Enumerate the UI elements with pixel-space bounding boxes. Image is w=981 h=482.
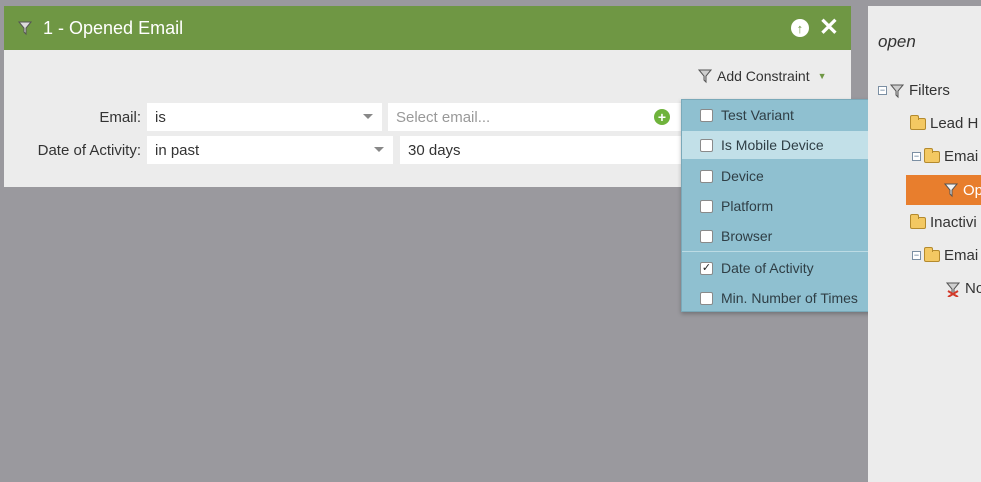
checkbox[interactable] — [700, 291, 713, 305]
email-label: Email: — [99, 108, 141, 126]
filter-funnel-icon — [944, 183, 958, 198]
email-operator-value: is — [155, 108, 166, 126]
menu-item-label: Min. Number of Times — [721, 290, 858, 306]
tree-search-input[interactable]: open — [878, 32, 916, 52]
menu-item-label: Platform — [721, 198, 774, 214]
folder-icon — [910, 213, 926, 229]
add-email-icon[interactable]: + — [654, 109, 670, 125]
folder-icon — [910, 114, 926, 130]
email-select-placeholder: Select email... — [396, 108, 491, 126]
tree-node-label: No — [965, 280, 981, 297]
tree-node-label: Op — [963, 181, 981, 199]
collapse-icon[interactable]: − — [912, 251, 921, 260]
date-value-text: 30 days — [408, 141, 461, 159]
filter-funnel-icon — [890, 84, 904, 98]
tree-node-email-inactivity[interactable]: − Emai — [912, 246, 979, 264]
email-select-input[interactable]: Select email... + — [388, 103, 684, 131]
folder-icon — [924, 147, 940, 163]
collapse-icon[interactable]: − — [878, 86, 887, 95]
date-operator-value: in past — [155, 141, 200, 159]
menu-item-label: Browser — [721, 228, 773, 244]
filter-tree-panel: open − Filters Lead H − Emai Op Inactivi… — [868, 6, 981, 482]
move-up-button[interactable]: ↑ — [790, 19, 809, 37]
tree-node-filters[interactable]: − Filters — [878, 82, 950, 99]
filter-card-header: 1 - Opened Email ↑ ✕ — [4, 6, 851, 50]
tree-node-label: Emai — [944, 247, 979, 264]
checkbox-checked[interactable]: ✓ — [700, 261, 713, 275]
add-constraint-label: Add Constraint — [717, 68, 810, 84]
filter-not-icon — [946, 282, 960, 297]
date-operator-select[interactable]: in past — [147, 136, 393, 164]
checkbox[interactable] — [700, 108, 713, 122]
menu-item-label: Test Variant — [721, 107, 794, 123]
tree-node-label: Inactivi — [930, 214, 977, 231]
filter-funnel-icon — [698, 69, 712, 84]
chevron-down-icon — [363, 114, 373, 119]
tree-node-lead-history[interactable]: Lead H — [910, 114, 979, 132]
tree-node-opened-email[interactable]: Op — [906, 175, 981, 205]
close-filter-button[interactable]: ✕ — [819, 16, 839, 40]
email-constraint-row: Email: is Select email... + — [4, 103, 684, 131]
add-constraint-button[interactable]: Add Constraint ▼ — [698, 68, 827, 84]
menu-item-label: Date of Activity — [721, 260, 814, 276]
date-value-input[interactable]: 30 days — [400, 136, 690, 164]
tree-node-not-opened[interactable]: No — [946, 280, 981, 297]
date-constraint-row: Date of Activity: in past 30 days — [4, 136, 690, 164]
checkbox[interactable] — [700, 169, 713, 183]
menu-item-label: Device — [721, 168, 764, 184]
tree-node-label: Emai — [944, 148, 979, 165]
checkbox[interactable] — [700, 138, 713, 152]
collapse-icon[interactable]: − — [912, 152, 921, 161]
chevron-down-icon: ▼ — [817, 71, 827, 81]
filter-title: 1 - Opened Email — [43, 17, 184, 38]
tree-node-label: Filters — [909, 82, 950, 99]
tree-node-email[interactable]: − Emai — [912, 147, 979, 165]
date-of-activity-label: Date of Activity: — [37, 141, 141, 159]
tree-node-label: Lead H — [930, 115, 979, 132]
tree-node-inactivity[interactable]: Inactivi — [910, 213, 977, 231]
email-operator-select[interactable]: is — [147, 103, 382, 131]
menu-item-label: Is Mobile Device — [721, 137, 824, 153]
folder-icon — [924, 246, 940, 262]
checkbox[interactable] — [700, 229, 713, 243]
chevron-down-icon — [374, 147, 384, 152]
checkbox[interactable] — [700, 199, 713, 213]
filter-funnel-icon — [18, 21, 32, 36]
